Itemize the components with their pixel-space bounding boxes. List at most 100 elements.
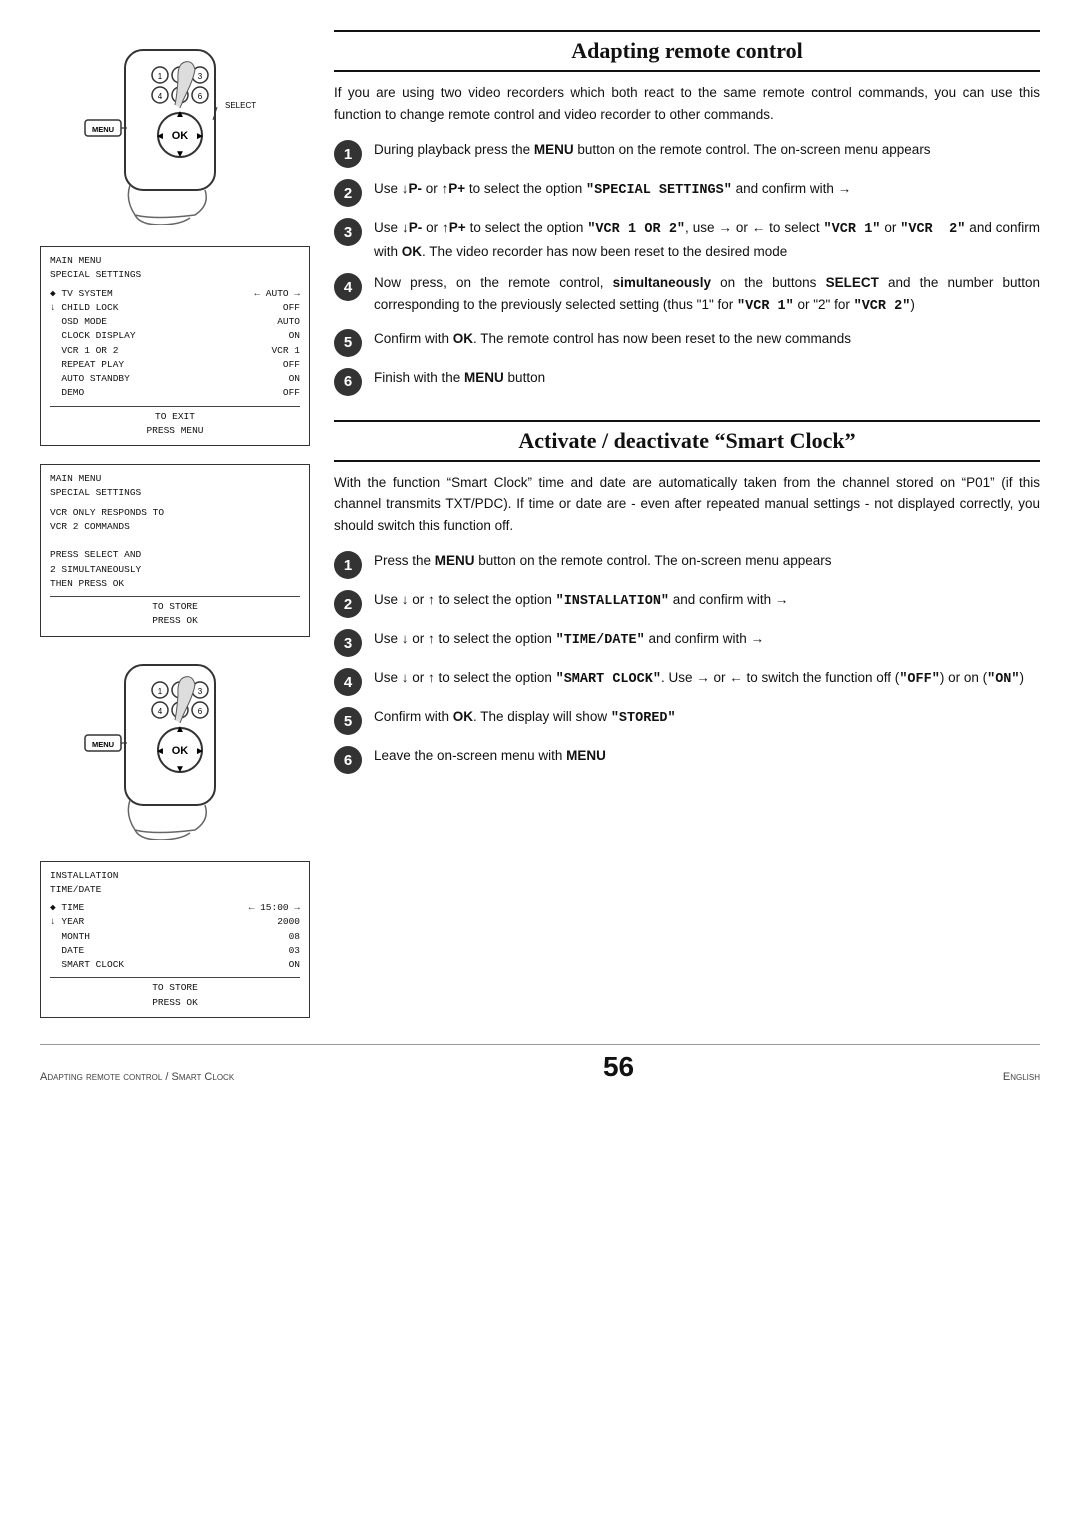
menu1-title2: SPECIAL SETTINGS — [50, 268, 300, 282]
svg-text:3: 3 — [198, 72, 203, 81]
menu1-title1: MAIN MENU — [50, 254, 300, 268]
menu3-title1: INSTALLATION — [50, 869, 300, 883]
menu-screen-3: INSTALLATION TIME/DATE ◆ TIME ↓ YEAR MON… — [40, 861, 310, 1018]
menu1-val-1: OFF — [240, 301, 300, 315]
svg-text:MENU: MENU — [92, 740, 114, 749]
step-num-2-4: 4 — [334, 668, 362, 696]
menu-screen-1: MAIN MENU SPECIAL SETTINGS ◆ TV SYSTEM ↓… — [40, 246, 310, 446]
menu1-val-3: ON — [240, 329, 300, 343]
page-footer: Adapting remote control / Smart Clock 56… — [40, 1044, 1040, 1083]
svg-text:◄: ◄ — [155, 746, 165, 757]
menu3-val-0: ← 15:00 → — [240, 901, 300, 915]
step-text-1-5: Confirm with OK. The remote control has … — [374, 328, 1040, 350]
menu1-right: ← AUTO → OFF AUTO ON VCR 1 OFF ON OFF — [240, 287, 300, 401]
step-1-4: 4 Now press, on the remote control, simu… — [334, 272, 1040, 317]
footer-right: English — [1003, 1071, 1040, 1083]
svg-text:1: 1 — [158, 72, 163, 81]
menu1-footer2: PRESS MENU — [50, 424, 300, 438]
menu1-val-7: OFF — [240, 386, 300, 400]
step-2-5: 5 Confirm with OK. The display will show… — [334, 706, 1040, 735]
menu2-line-6: THEN PRESS OK — [50, 577, 300, 591]
svg-text:OK: OK — [172, 745, 189, 757]
section2-intro: With the function “Smart Clock” time and… — [334, 472, 1040, 537]
menu3-footer: TO STORE PRESS OK — [50, 977, 300, 1010]
step-text-2-1: Press the MENU button on the remote cont… — [374, 550, 1040, 572]
menu1-row-7: DEMO — [50, 386, 236, 400]
step-text-2-2: Use ↓ or ↑ to select the option "INSTALL… — [374, 589, 1040, 613]
menu2-line-2: VCR 2 COMMANDS — [50, 520, 300, 534]
menu3-footer1: TO STORE — [50, 981, 300, 995]
step-text-2-3: Use ↓ or ↑ to select the option "TIME/DA… — [374, 628, 1040, 652]
menu1-row-5: REPEAT PLAY — [50, 358, 236, 372]
menu2-footer: TO STORE PRESS OK — [50, 596, 300, 629]
svg-text:3: 3 — [198, 687, 203, 696]
menu3-row-4: SMART CLOCK — [50, 958, 236, 972]
menu3-val-3: 03 — [240, 944, 300, 958]
step-text-1-3: Use ↓P- or ↑P+ to select the option "VCR… — [374, 217, 1040, 262]
remote-illustration-1: 1 2 3 4 5 6 OK ▲ ▼ ◄ ► — [65, 40, 285, 230]
menu1-row-1: ↓ CHILD LOCK — [50, 301, 236, 315]
menu3-footer2: PRESS OK — [50, 996, 300, 1010]
menu1-val-0: ← AUTO → — [240, 287, 300, 301]
menu2-line-5: 2 SIMULTANEOUSLY — [50, 563, 300, 577]
svg-text:▼: ▼ — [175, 764, 185, 775]
footer-left: Adapting remote control / Smart Clock — [40, 1071, 234, 1083]
menu2-line-4: PRESS SELECT AND — [50, 548, 300, 562]
svg-text:4: 4 — [158, 92, 163, 101]
step-2-1: 1 Press the MENU button on the remote co… — [334, 550, 1040, 579]
step-text-1-2: Use ↓P- or ↑P+ to select the option "SPE… — [374, 178, 1040, 202]
svg-text:OK: OK — [172, 130, 189, 142]
svg-text:▼: ▼ — [175, 149, 185, 160]
section2-heading: Activate / deactivate “Smart Clock” — [334, 420, 1040, 462]
menu3-row-0: ◆ TIME — [50, 901, 236, 915]
menu3-left: ◆ TIME ↓ YEAR MONTH DATE SMART CLOCK — [50, 901, 236, 972]
step-2-3: 3 Use ↓ or ↑ to select the option "TIME/… — [334, 628, 1040, 657]
step-num-1-6: 6 — [334, 368, 362, 396]
svg-text:◄: ◄ — [155, 131, 165, 142]
step-1-1: 1 During playback press the MENU button … — [334, 139, 1040, 168]
step-text-2-6: Leave the on-screen menu with MENU — [374, 745, 1040, 767]
svg-text:MENU: MENU — [92, 125, 114, 134]
menu1-footer: TO EXIT PRESS MENU — [50, 406, 300, 439]
step-text-1-6: Finish with the MENU button — [374, 367, 1040, 389]
menu-screen-2: MAIN MENU SPECIAL SETTINGS VCR ONLY RESP… — [40, 464, 310, 637]
step-num-1-5: 5 — [334, 329, 362, 357]
menu1-row-3: CLOCK DISPLAY — [50, 329, 236, 343]
menu1-rows: ◆ TV SYSTEM ↓ CHILD LOCK OSD MODE CLOCK … — [50, 287, 300, 401]
menu1-footer1: TO EXIT — [50, 410, 300, 424]
menu2-line-1: VCR ONLY RESPONDS TO — [50, 506, 300, 520]
page-number: 56 — [234, 1051, 1003, 1083]
left-column: 1 2 3 4 5 6 OK ▲ ▼ ◄ ► — [40, 30, 310, 1020]
menu3-row-1: ↓ YEAR — [50, 915, 236, 929]
step-num-1-3: 3 — [334, 218, 362, 246]
section1-heading: Adapting remote control — [334, 30, 1040, 72]
section1-intro: If you are using two video recorders whi… — [334, 82, 1040, 125]
menu2-footer1: TO STORE — [50, 600, 300, 614]
step-1-3: 3 Use ↓P- or ↑P+ to select the option "V… — [334, 217, 1040, 262]
step-num-1-1: 1 — [334, 140, 362, 168]
step-text-1-1: During playback press the MENU button on… — [374, 139, 1040, 161]
step-num-2-6: 6 — [334, 746, 362, 774]
section2-steps: 1 Press the MENU button on the remote co… — [334, 550, 1040, 784]
step-text-2-4: Use ↓ or ↑ to select the option "SMART C… — [374, 667, 1040, 691]
svg-text:▲: ▲ — [175, 109, 185, 120]
menu3-row-3: DATE — [50, 944, 236, 958]
menu3-title2: TIME/DATE — [50, 883, 300, 897]
menu1-val-5: OFF — [240, 358, 300, 372]
menu1-row-6: AUTO STANDBY — [50, 372, 236, 386]
menu1-row-2: OSD MODE — [50, 315, 236, 329]
remote-illustration-2: 1 2 3 4 5 6 OK ▲ ▼ ◄ ► MENU — [65, 655, 285, 845]
step-num-2-5: 5 — [334, 707, 362, 735]
menu1-val-4: VCR 1 — [240, 344, 300, 358]
menu2-line-3 — [50, 534, 300, 548]
svg-text:SELECT: SELECT — [225, 101, 256, 110]
step-1-2: 2 Use ↓P- or ↑P+ to select the option "S… — [334, 178, 1040, 207]
menu3-val-1: 2000 — [240, 915, 300, 929]
menu1-val-2: AUTO — [240, 315, 300, 329]
step-2-2: 2 Use ↓ or ↑ to select the option "INSTA… — [334, 589, 1040, 618]
svg-text:4: 4 — [158, 707, 163, 716]
right-column: Adapting remote control If you are using… — [334, 30, 1040, 1020]
step-1-5: 5 Confirm with OK. The remote control ha… — [334, 328, 1040, 357]
step-text-1-4: Now press, on the remote control, simult… — [374, 272, 1040, 317]
svg-text:►: ► — [195, 746, 205, 757]
